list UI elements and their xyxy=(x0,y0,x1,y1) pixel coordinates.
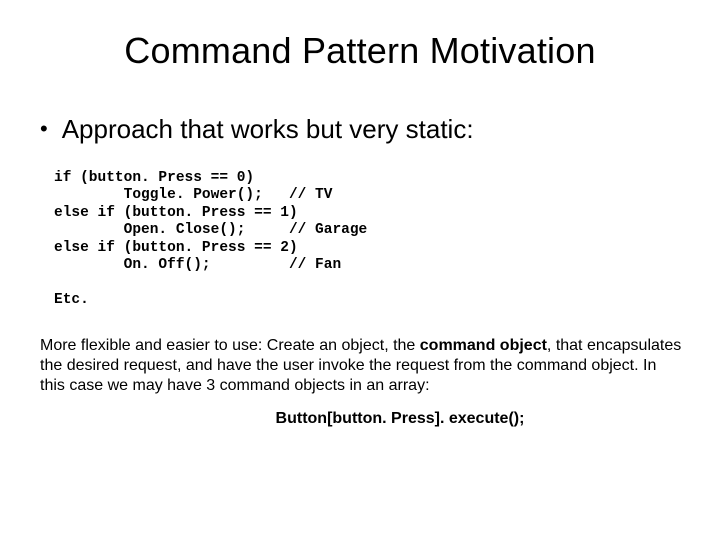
code-block: if (button. Press == 0) Toggle. Power();… xyxy=(54,170,684,274)
code-etc: Etc. xyxy=(54,292,684,308)
bullet-text: Approach that works but very static: xyxy=(62,114,474,144)
execute-line: Button[button. Press]. execute(); xyxy=(116,410,684,428)
para-prefix: More flexible and easier to use: Create … xyxy=(40,337,420,354)
bullet-dot-icon: • xyxy=(40,114,48,144)
explanation-paragraph: More flexible and easier to use: Create … xyxy=(40,336,684,396)
bullet-item: • Approach that works but very static: xyxy=(36,114,684,144)
slide-title: Command Pattern Motivation xyxy=(36,30,684,72)
para-bold: command object xyxy=(420,337,547,354)
